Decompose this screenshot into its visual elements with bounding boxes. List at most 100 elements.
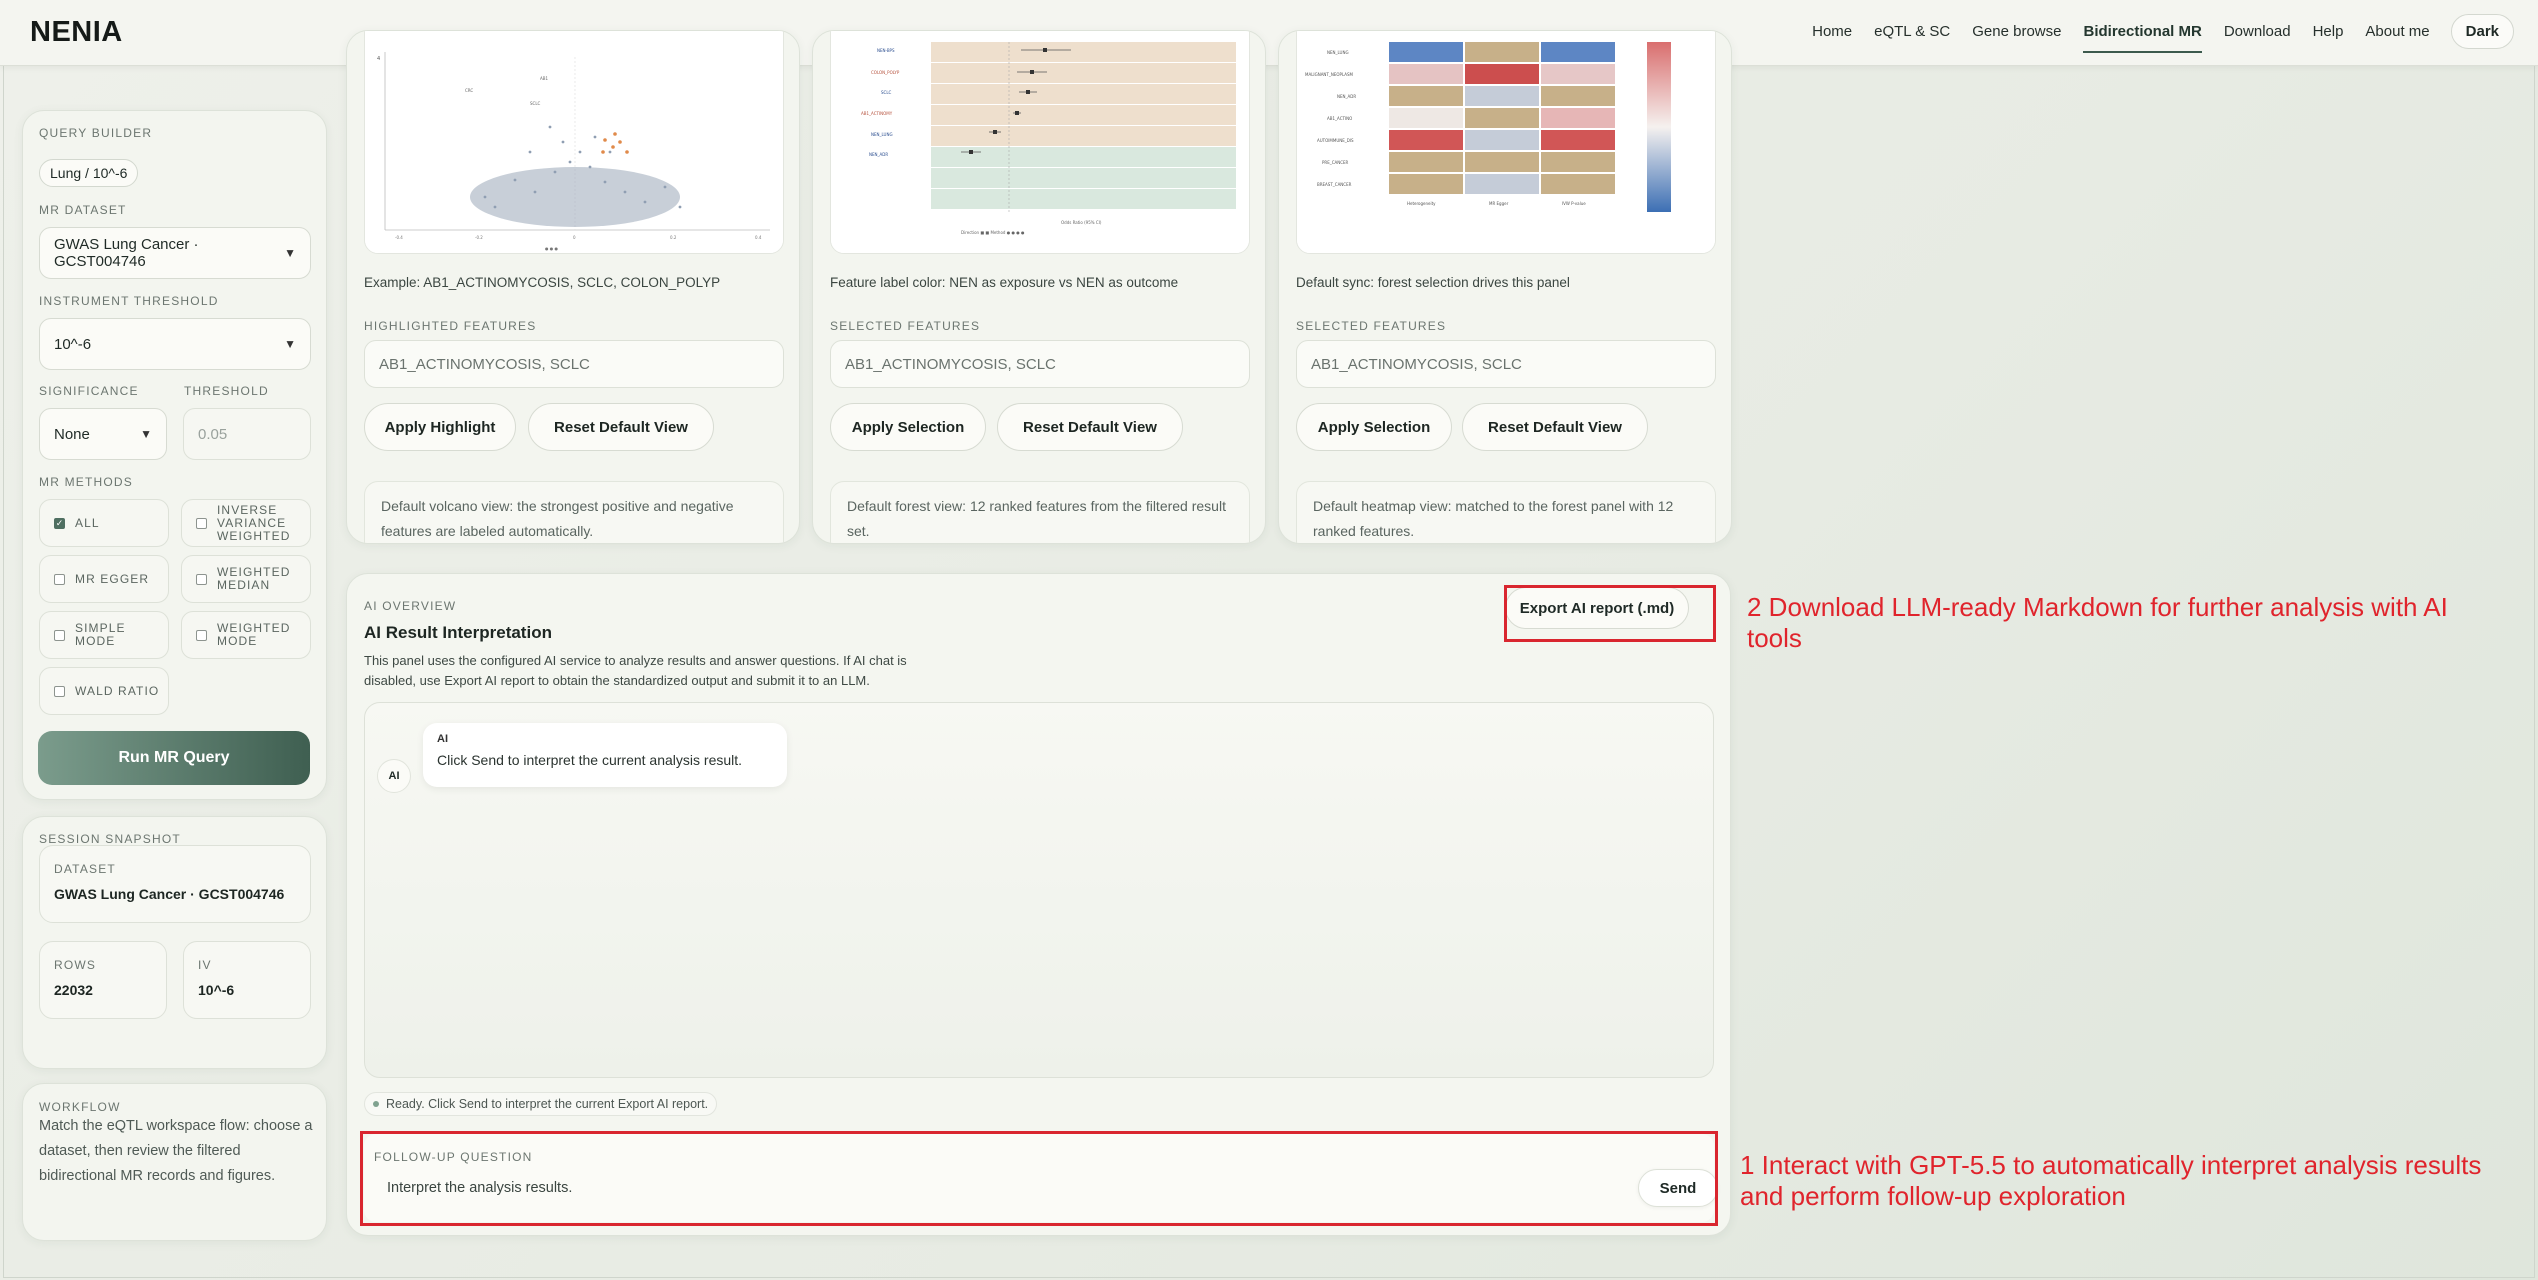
method-all[interactable]: ✓ ALL — [39, 499, 169, 547]
svg-text:NEN_ADR: NEN_ADR — [1337, 94, 1356, 99]
heatmap-selected-features-input[interactable]: AB1_ACTINOMYCOSIS, SCLC — [1296, 340, 1716, 388]
svg-text:BREAST_CANCER: BREAST_CANCER — [1317, 182, 1352, 187]
session-iv-label: IV — [198, 958, 212, 972]
instrument-select[interactable]: 10^-6 ▼ — [39, 318, 311, 370]
svg-text:NEN-BPS: NEN-BPS — [877, 48, 895, 53]
checkbox-icon[interactable] — [54, 685, 65, 697]
svg-text:NEN_LUNG: NEN_LUNG — [871, 132, 893, 137]
chevron-down-icon: ▼ — [140, 427, 152, 441]
heatmap-info: Default heatmap view: matched to the for… — [1296, 481, 1716, 543]
reset-default-view-button[interactable]: Reset Default View — [528, 403, 714, 451]
method-label: WEIGHTED MODE — [217, 621, 291, 648]
instrument-label: INSTRUMENT THRESHOLD — [39, 294, 219, 308]
workflow-title: WORKFLOW — [39, 1100, 121, 1114]
method-label: ALL — [75, 515, 100, 530]
nav-help[interactable]: Help — [2303, 15, 2354, 48]
nav-gene-browse[interactable]: Gene browse — [1962, 15, 2071, 48]
svg-text:MALIGNANT_NEOPLASM: MALIGNANT_NEOPLASM — [1305, 72, 1354, 77]
method-label: MR EGGER — [75, 571, 150, 586]
session-iv-box: IV 10^-6 — [183, 941, 311, 1019]
run-mr-query-button[interactable]: Run MR Query — [38, 731, 310, 785]
dataset-label: MR DATASET — [39, 203, 127, 217]
method-simple-mode[interactable]: SIMPLE MODE — [39, 611, 169, 659]
heatmap-panel: NEN_LUNG MALIGNANT_NEOPLASM NEN_ADR AB1_… — [1278, 30, 1732, 544]
heatmap-figure[interactable]: NEN_LUNG MALIGNANT_NEOPLASM NEN_ADR AB1_… — [1296, 31, 1716, 254]
forest-plot-image: NEN-BPS COLON_POLYP SCLC AB1_ACTINOMY NE… — [831, 31, 1249, 253]
threshold-input[interactable]: 0.05 — [183, 408, 311, 460]
checkbox-checked-icon[interactable]: ✓ — [54, 517, 65, 529]
dataset-select[interactable]: GWAS Lung Cancer · GCST004746 ▼ — [39, 227, 311, 279]
selected-features-label: SELECTED FEATURES — [830, 319, 981, 333]
selected-features-label: SELECTED FEATURES — [1296, 319, 1447, 333]
svg-text:0.4: 0.4 — [755, 235, 762, 240]
nav-eqtl-sc[interactable]: eQTL & SC — [1864, 15, 1960, 48]
reset-default-view-button[interactable]: Reset Default View — [1462, 403, 1648, 451]
nav-bidirectional-mr[interactable]: Bidirectional MR — [2073, 15, 2211, 53]
session-dataset-label: DATASET — [54, 862, 116, 876]
svg-text:AUTOIMMUNE_DIS: AUTOIMMUNE_DIS — [1317, 138, 1354, 143]
workflow-text: Match the eQTL workspace flow: choose a … — [39, 1118, 313, 1184]
checkbox-icon[interactable] — [196, 629, 207, 641]
svg-text:AB1_ACTINOMY: AB1_ACTINOMY — [861, 111, 893, 116]
svg-text:Direction ■ ■ Method ● ● ●: Direction ■ ■ Method ● ● ● ● — [961, 230, 1025, 235]
method-inverse-variance-weighted[interactable]: INVERSE VARIANCE WEIGHTED — [181, 499, 311, 547]
forest-info: Default forest view: 12 ranked features … — [830, 481, 1250, 543]
checkbox-icon[interactable] — [54, 573, 65, 585]
status-indicator: Ready. Click Send to interpret the curre… — [364, 1092, 718, 1116]
method-label: WALD RATIO — [75, 683, 160, 698]
forest-selected-features-input[interactable]: AB1_ACTINOMYCOSIS, SCLC — [830, 340, 1250, 388]
session-rows-label: ROWS — [54, 958, 97, 972]
context-pill: Lung / 10^-6 — [39, 159, 139, 187]
method-weighted-median[interactable]: WEIGHTED MEDIAN — [181, 555, 311, 603]
reset-default-view-button[interactable]: Reset Default View — [997, 403, 1183, 451]
svg-text:COLON_POLYP: COLON_POLYP — [871, 70, 900, 75]
status-dot-icon — [373, 1101, 379, 1107]
svg-text:-0.2: -0.2 — [475, 235, 483, 240]
checkbox-icon[interactable] — [54, 629, 65, 641]
forest-plot-figure[interactable]: NEN-BPS COLON_POLYP SCLC AB1_ACTINOMY NE… — [830, 31, 1250, 254]
session-dataset-box: DATASET GWAS Lung Cancer · GCST004746 — [39, 845, 311, 923]
session-iv-value: 10^-6 — [198, 982, 235, 998]
chevron-down-icon: ▼ — [284, 246, 296, 260]
method-wald-ratio[interactable]: WALD RATIO — [39, 667, 169, 715]
dataset-select-value: GWAS Lung Cancer · GCST004746 — [54, 236, 199, 270]
annotation-box-followup — [360, 1131, 1718, 1226]
method-weighted-mode[interactable]: WEIGHTED MODE — [181, 611, 311, 659]
ai-message-text: Click Send to interpret the current anal… — [437, 752, 743, 768]
volcano-plot-figure[interactable]: CRC AB1 SCLC 4 -0.4 -0.2 0 0.2 0.4 ● ● ● — [364, 31, 784, 254]
svg-text:Heterogeneity: Heterogeneity — [1407, 201, 1436, 206]
threshold-label: THRESHOLD — [184, 384, 269, 398]
nav-home[interactable]: Home — [1802, 15, 1862, 48]
apply-highlight-button[interactable]: Apply Highlight — [364, 403, 516, 451]
forest-panel: NEN-BPS COLON_POLYP SCLC AB1_ACTINOMY NE… — [812, 30, 1266, 544]
checkbox-icon[interactable] — [196, 573, 207, 585]
svg-text:4: 4 — [377, 56, 380, 62]
nav-download[interactable]: Download — [2214, 15, 2301, 48]
highlighted-features-input[interactable]: AB1_ACTINOMYCOSIS, SCLC — [364, 340, 784, 388]
brand-logo[interactable]: NENIA — [30, 16, 123, 49]
significance-select[interactable]: None ▼ — [39, 408, 167, 460]
heatmap-caption: Default sync: forest selection drives th… — [1296, 275, 1570, 290]
checkbox-icon[interactable] — [196, 517, 207, 529]
nav-about-me[interactable]: About me — [2355, 15, 2439, 48]
apply-selection-button[interactable]: Apply Selection — [830, 403, 986, 451]
svg-text:CRC: CRC — [465, 88, 473, 93]
apply-selection-button[interactable]: Apply Selection — [1296, 403, 1452, 451]
svg-text:AB1_ACTINO: AB1_ACTINO — [1327, 116, 1352, 121]
session-rows-box: ROWS 22032 — [39, 941, 167, 1019]
svg-text:SCLC: SCLC — [530, 101, 541, 106]
highlighted-features-label: HIGHLIGHTED FEATURES — [364, 319, 537, 333]
svg-text:SCLC: SCLC — [881, 90, 892, 95]
method-mr-egger[interactable]: MR EGGER — [39, 555, 169, 603]
nav-links: Home eQTL & SC Gene browse Bidirectional… — [1801, 14, 2514, 53]
session-snapshot-card: SESSION SNAPSHOT DATASET GWAS Lung Cance… — [22, 816, 327, 1069]
svg-text:0.2: 0.2 — [670, 235, 677, 240]
dark-mode-toggle[interactable]: Dark — [2450, 14, 2514, 49]
svg-text:● ● ●: ● ● ● — [545, 246, 559, 251]
ai-message-sender: AI — [437, 733, 448, 745]
workflow-card: WORKFLOW Match the eQTL workspace flow: … — [22, 1083, 327, 1241]
query-builder-title: QUERY BUILDER — [39, 126, 153, 140]
svg-text:NEN_ADR: NEN_ADR — [869, 152, 888, 157]
significance-select-value: None — [54, 425, 90, 443]
forest-caption: Feature label color: NEN as exposure vs … — [830, 275, 1179, 290]
